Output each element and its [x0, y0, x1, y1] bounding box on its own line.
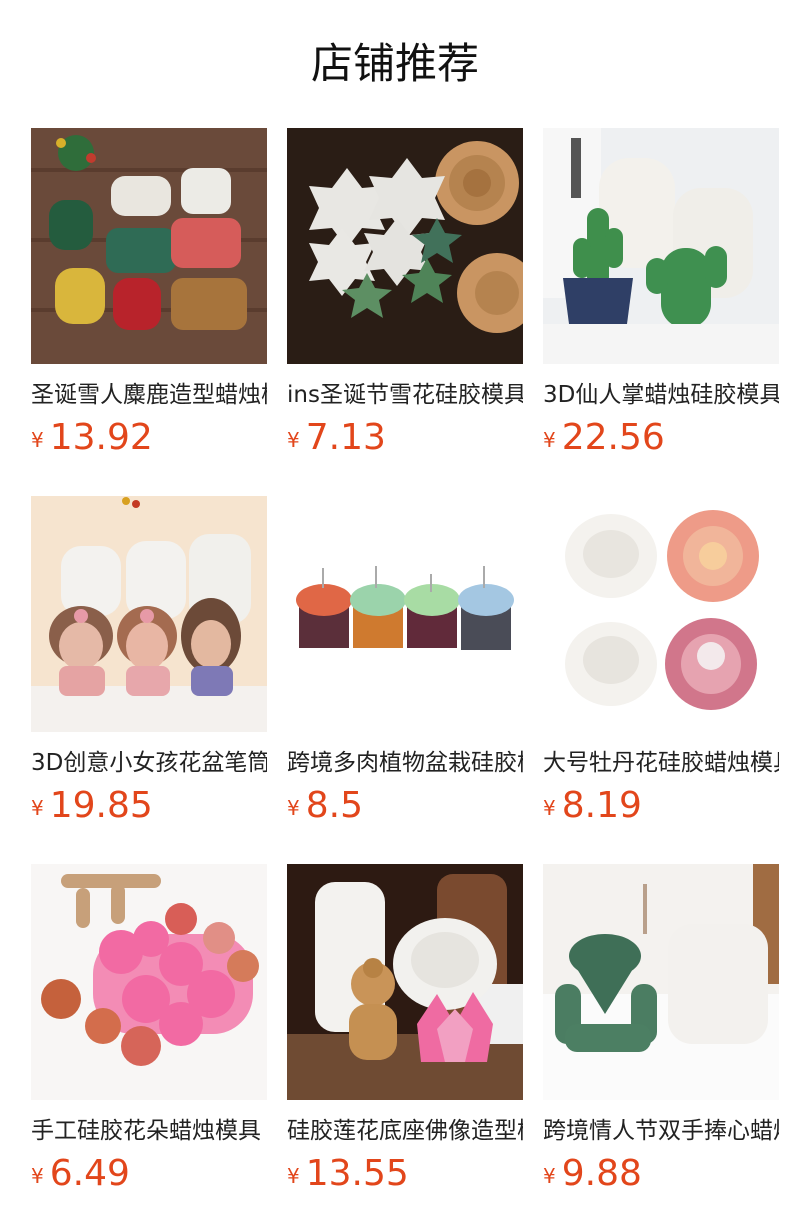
product-name[interactable]: 手工硅胶花朵蜡烛模具 — [31, 1114, 267, 1148]
price-row: ¥13.92 — [31, 416, 267, 460]
product-card[interactable]: 3D创意小女孩花盆笔筒模具 ¥19.85 — [31, 496, 267, 864]
product-image[interactable] — [543, 496, 779, 732]
product-card[interactable]: 跨境情人节双手捧心蜡烛模具 ¥9.88 — [543, 864, 779, 1232]
product-name[interactable]: 硅胶莲花底座佛像造型模具 — [287, 1114, 523, 1148]
product-image[interactable] — [287, 496, 523, 732]
product-image[interactable] — [31, 496, 267, 732]
product-price: 9.88 — [561, 1153, 642, 1194]
currency-symbol: ¥ — [543, 428, 556, 452]
product-image[interactable] — [31, 128, 267, 364]
product-price: 19.85 — [49, 785, 153, 826]
currency-symbol: ¥ — [543, 796, 556, 820]
product-price: 22.56 — [561, 417, 665, 458]
price-row: ¥7.13 — [287, 416, 523, 460]
price-row: ¥22.56 — [543, 416, 779, 460]
product-name[interactable]: ins圣诞节雪花硅胶模具 — [287, 378, 523, 412]
product-card[interactable]: 跨境多肉植物盆栽硅胶模具 ¥8.5 — [287, 496, 523, 864]
currency-symbol: ¥ — [287, 428, 300, 452]
currency-symbol: ¥ — [287, 796, 300, 820]
product-price: 13.55 — [305, 1153, 409, 1194]
price-row: ¥13.55 — [287, 1152, 523, 1196]
product-card[interactable]: 硅胶莲花底座佛像造型模具 ¥13.55 — [287, 864, 523, 1232]
product-price: 7.13 — [305, 417, 386, 458]
product-card[interactable]: ins圣诞节雪花硅胶模具 ¥7.13 — [287, 128, 523, 496]
currency-symbol: ¥ — [31, 1164, 44, 1188]
currency-symbol: ¥ — [31, 796, 44, 820]
product-image[interactable] — [31, 864, 267, 1100]
product-image[interactable] — [543, 128, 779, 364]
product-name[interactable]: 圣诞雪人麋鹿造型蜡烛模具 — [31, 378, 267, 412]
product-name[interactable]: 大号牡丹花硅胶蜡烛模具 — [543, 746, 779, 780]
price-row: ¥8.5 — [287, 784, 523, 828]
price-row: ¥8.19 — [543, 784, 779, 828]
product-name[interactable]: 3D仙人掌蜡烛硅胶模具 — [543, 378, 779, 412]
page-title: 店铺推荐 — [310, 39, 479, 88]
product-card[interactable]: 圣诞雪人麋鹿造型蜡烛模具 ¥13.92 — [31, 128, 267, 496]
product-grid: 圣诞雪人麋鹿造型蜡烛模具 ¥13.92 ins圣诞节雪花硅 — [31, 128, 779, 1232]
product-image[interactable] — [287, 128, 523, 364]
product-card[interactable]: 手工硅胶花朵蜡烛模具 ¥6.49 — [31, 864, 267, 1232]
product-card[interactable]: 大号牡丹花硅胶蜡烛模具 ¥8.19 — [543, 496, 779, 864]
product-name[interactable]: 跨境情人节双手捧心蜡烛模具 — [543, 1114, 779, 1148]
product-name[interactable]: 跨境多肉植物盆栽硅胶模具 — [287, 746, 523, 780]
product-name[interactable]: 3D创意小女孩花盆笔筒模具 — [31, 746, 267, 780]
product-price: 8.5 — [305, 785, 363, 826]
product-price: 8.19 — [561, 785, 642, 826]
product-card[interactable]: 3D仙人掌蜡烛硅胶模具 ¥22.56 — [543, 128, 779, 496]
product-image[interactable] — [287, 864, 523, 1100]
price-row: ¥19.85 — [31, 784, 267, 828]
currency-symbol: ¥ — [287, 1164, 300, 1188]
price-row: ¥6.49 — [31, 1152, 267, 1196]
currency-symbol: ¥ — [31, 428, 44, 452]
product-price: 6.49 — [49, 1153, 130, 1194]
currency-symbol: ¥ — [543, 1164, 556, 1188]
product-image[interactable] — [543, 864, 779, 1100]
price-row: ¥9.88 — [543, 1152, 779, 1196]
product-price: 13.92 — [49, 417, 153, 458]
